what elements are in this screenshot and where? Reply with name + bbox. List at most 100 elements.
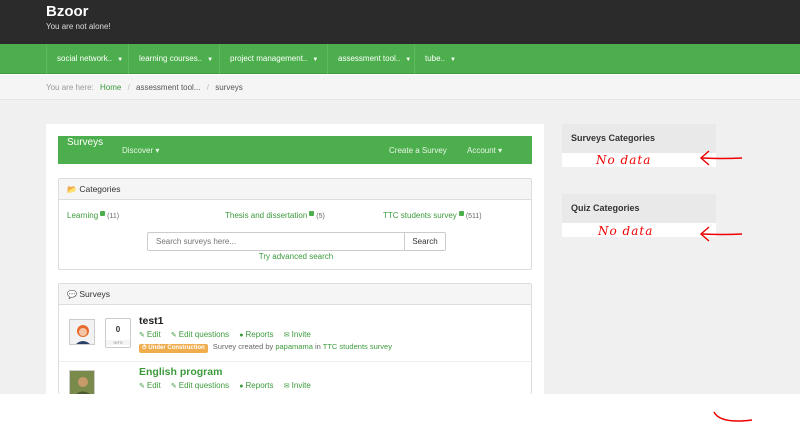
categories-panel: 📂 Categories Learning (11) Thesis and dis… bbox=[58, 178, 532, 270]
breadcrumb-separator: / bbox=[206, 83, 209, 92]
category-link-ttc[interactable]: TTC students survey (511) bbox=[383, 211, 482, 220]
breadcrumb-prefix: You are here: bbox=[46, 83, 94, 92]
reports-link[interactable]: ● Reports bbox=[239, 381, 273, 390]
envelope-icon: ✉ bbox=[283, 383, 290, 390]
avatar[interactable] bbox=[69, 319, 95, 345]
external-link-icon bbox=[309, 211, 315, 216]
invite-label: Invite bbox=[291, 330, 311, 339]
hits-label: HITS bbox=[106, 340, 130, 345]
annotation-arrow-icon bbox=[699, 226, 743, 242]
main-content: Surveys Discover ▾ Create a Survey Accou… bbox=[46, 124, 544, 394]
discover-menu[interactable]: Discover ▾ bbox=[122, 146, 159, 155]
no-data-annotation: No data bbox=[598, 224, 654, 238]
survey-row: English program ✎ Edit ✎ Edit questions ● R… bbox=[59, 363, 531, 394]
breadcrumb-section[interactable]: assessment tool... bbox=[136, 83, 200, 92]
reports-label: Reports bbox=[245, 381, 274, 390]
category-link[interactable]: TTC students survey bbox=[323, 342, 392, 351]
hits-counter: 0 HITS bbox=[105, 318, 131, 348]
surveys-header: 💬 Surveys bbox=[59, 284, 531, 305]
reports-link[interactable]: ● Reports bbox=[239, 330, 273, 339]
surveys-toolbar: Surveys Discover ▾ Create a Survey Accou… bbox=[58, 136, 532, 164]
main-navbar: social network.. ▼ learning courses.. ▼ pr… bbox=[0, 44, 800, 74]
category-link-thesis[interactable]: Thesis and dissertation (5) bbox=[225, 211, 325, 220]
hits-number: 0 bbox=[115, 325, 121, 334]
comments-icon: 💬 bbox=[67, 290, 77, 299]
nav-project-management[interactable]: project management.. ▼ bbox=[219, 44, 328, 74]
survey-categories-body: No data bbox=[562, 153, 716, 167]
author-link[interactable]: papamama bbox=[275, 342, 313, 351]
avatar[interactable] bbox=[69, 370, 95, 394]
surveys-title: Surveys bbox=[79, 289, 111, 299]
edit-questions-link[interactable]: ✎ Edit questions bbox=[171, 330, 229, 339]
edit-questions-link[interactable]: ✎ Edit questions bbox=[171, 381, 229, 390]
survey-title[interactable]: English program bbox=[139, 366, 222, 378]
search-surveys-input[interactable] bbox=[147, 232, 405, 251]
annotation-stroke-icon bbox=[713, 411, 753, 422]
no-data-annotation: No data bbox=[596, 153, 652, 167]
edit-questions-label: Edit questions bbox=[178, 381, 230, 390]
category-link-learning[interactable]: Learning (11) bbox=[67, 211, 119, 220]
top-header: Bzoor You are not alone! bbox=[0, 0, 800, 44]
external-link-icon bbox=[100, 211, 106, 216]
nav-social-network[interactable]: social network.. ▼ bbox=[46, 44, 133, 74]
breadcrumb-separator: / bbox=[127, 83, 130, 92]
edit-label: Edit bbox=[146, 330, 161, 339]
survey-actions: ✎ Edit ✎ Edit questions ● Reports ✉ Invite bbox=[139, 381, 319, 390]
reports-label: Reports bbox=[245, 330, 274, 339]
status-badge: ⏱ Under Construction bbox=[139, 344, 208, 353]
invite-label: Invite bbox=[291, 381, 311, 390]
categories-header: 📂 Categories bbox=[59, 179, 531, 200]
user-avatar-icon bbox=[70, 320, 94, 344]
caret-down-icon: ▼ bbox=[405, 57, 412, 63]
meta-text: Survey created by bbox=[212, 342, 274, 351]
category-count: (11) bbox=[107, 213, 120, 220]
invite-link[interactable]: ✉ Invite bbox=[284, 330, 311, 339]
edit-questions-label: Edit questions bbox=[178, 330, 230, 339]
survey-title[interactable]: test1 bbox=[139, 315, 164, 327]
account-menu[interactable]: Account ▾ bbox=[467, 146, 502, 155]
category-count: (5) bbox=[316, 213, 325, 220]
annotation-arrow-icon bbox=[699, 150, 743, 166]
nav-assessment-tool[interactable]: assessment tool.. ▼ bbox=[327, 44, 421, 74]
search-button[interactable]: Search bbox=[404, 232, 446, 251]
advanced-search-link[interactable]: Try advanced search bbox=[59, 252, 533, 261]
edit-icon: ✎ bbox=[139, 332, 145, 339]
invite-link[interactable]: ✉ Invite bbox=[284, 381, 311, 390]
category-name: TTC students survey bbox=[383, 211, 457, 220]
survey-meta: ⏱ Under Construction Survey created by p… bbox=[139, 342, 392, 353]
breadcrumb: You are here: Home / assessment tool... … bbox=[0, 75, 800, 100]
nav-label: assessment tool.. bbox=[338, 54, 401, 63]
meta-text: in bbox=[314, 342, 321, 351]
category-name: Thesis and dissertation bbox=[225, 211, 308, 220]
globe-icon: ● bbox=[239, 332, 244, 339]
surveys-toolbar-title[interactable]: Surveys bbox=[67, 137, 103, 148]
site-tagline: You are not alone! bbox=[46, 22, 111, 31]
surveys-panel: 💬 Surveys 0 HITS test1 ✎ Edit ✎ Edit quest… bbox=[58, 283, 532, 394]
category-name: Learning bbox=[67, 211, 99, 220]
edit-link[interactable]: ✎ Edit bbox=[139, 381, 161, 390]
edit-icon: ✎ bbox=[170, 383, 177, 390]
nav-label: social network.. bbox=[57, 54, 113, 63]
edit-icon: ✎ bbox=[170, 332, 177, 339]
edit-link[interactable]: ✎ Edit bbox=[139, 330, 161, 339]
breadcrumb-current: surveys bbox=[215, 83, 243, 92]
edit-icon: ✎ bbox=[139, 383, 145, 390]
site-brand[interactable]: Bzoor bbox=[46, 3, 89, 20]
envelope-icon: ✉ bbox=[283, 332, 290, 339]
status-badge-label: Under Construction bbox=[148, 345, 205, 351]
edit-label: Edit bbox=[146, 381, 161, 390]
globe-icon: ● bbox=[239, 383, 244, 390]
caret-down-icon: ▼ bbox=[117, 57, 124, 63]
quiz-categories-title: Quiz Categories bbox=[562, 194, 716, 223]
create-survey-link[interactable]: Create a Survey bbox=[389, 146, 447, 155]
user-avatar-icon bbox=[70, 371, 94, 394]
folder-open-icon: 📂 bbox=[67, 185, 77, 194]
quiz-categories-widget: Quiz Categories No data bbox=[562, 194, 716, 238]
breadcrumb-home[interactable]: Home bbox=[100, 83, 121, 92]
nav-label: project management.. bbox=[230, 54, 308, 63]
nav-tube[interactable]: tube.. ▼ bbox=[414, 44, 466, 74]
caret-down-icon: ▼ bbox=[207, 57, 214, 63]
survey-categories-title: Surveys Categories bbox=[562, 124, 716, 153]
nav-learning-courses[interactable]: learning courses.. ▼ bbox=[128, 44, 223, 74]
survey-row: 0 HITS test1 ✎ Edit ✎ Edit questions ● Repo… bbox=[59, 312, 531, 362]
